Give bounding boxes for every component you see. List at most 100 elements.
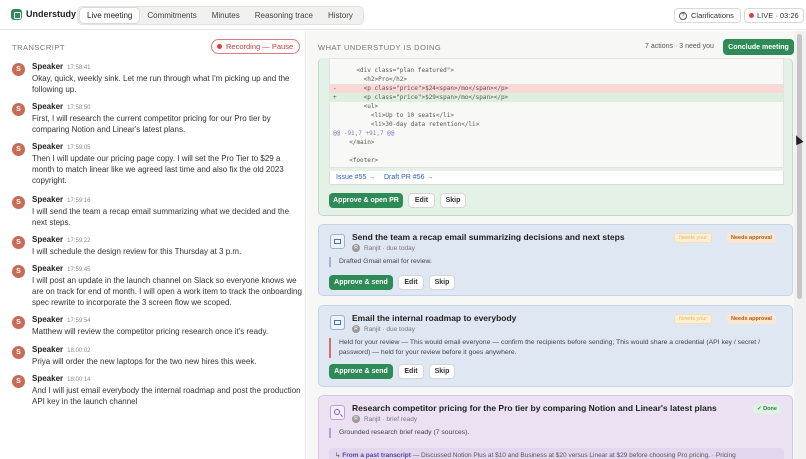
conclude-meeting-button[interactable]: Conclude meeting xyxy=(723,39,794,55)
recording-pause-button[interactable]: Recording — Pause xyxy=(211,39,301,54)
card-title: Send the team a recap email summarizing … xyxy=(352,232,625,242)
speaker-avatar: S xyxy=(12,316,25,329)
transcript-text: I will schedule the design review for th… xyxy=(32,247,242,256)
live-indicator: LIVE · 03:26 xyxy=(744,8,804,23)
needs-you-badge: Needs your xyxy=(674,314,713,324)
speaker-avatar: S xyxy=(12,63,25,76)
speaker-avatar: S xyxy=(12,103,25,116)
tab-minutes[interactable]: Minutes xyxy=(205,8,247,23)
past-transcript-link[interactable]: From a past transcript xyxy=(342,452,411,459)
app-name: Understudy xyxy=(26,9,77,19)
card-meta: R Ranjit · due today xyxy=(352,325,415,333)
owner-avatar: R xyxy=(352,415,360,423)
edit-button[interactable]: Edit xyxy=(398,364,424,379)
scrollbar[interactable] xyxy=(794,31,806,459)
speaker-name: Speaker 17:59:05 xyxy=(32,142,91,151)
code-diff: <div class="plan featured"> <h2>Pro</h2>… xyxy=(329,58,784,168)
draft-pr-link[interactable]: Draft PR #56 → xyxy=(384,174,433,181)
approve-open-pr-button[interactable]: Approve & open PR xyxy=(329,193,403,208)
speaker-name: Speaker 18:00:14 xyxy=(32,374,91,383)
issue-link[interactable]: Issue #55 → xyxy=(336,174,375,181)
transcript-text: Then I will update our pricing page copy… xyxy=(32,154,284,185)
live-dot-icon xyxy=(749,13,754,18)
diff-line: <footer> xyxy=(342,157,379,164)
needs-approval-badge: Needs approval xyxy=(727,314,776,324)
recording-label: Recording — Pause xyxy=(226,42,294,51)
roadmap-email-card: Email the internal roadmap to everybody … xyxy=(318,305,793,387)
search-icon xyxy=(330,405,345,420)
skip-button[interactable]: Skip xyxy=(440,193,466,208)
speaker-avatar: S xyxy=(12,375,25,388)
tab-commitments[interactable]: Commitments xyxy=(140,8,203,23)
diff-hunk-header: @@ -91,7 +91,7 @@ xyxy=(333,130,395,137)
diff-line: <div class="plan featured"> xyxy=(342,67,454,74)
tab-bar: Live meeting Commitments Minutes Reasoni… xyxy=(77,6,364,25)
app-logo-icon xyxy=(11,9,22,20)
approve-send-button[interactable]: Approve & send xyxy=(329,275,393,290)
timestamp: 17:58:41 xyxy=(67,65,91,71)
speaker-name: Speaker 17:59:54 xyxy=(32,315,91,324)
transcript-text: Matthew will review the competitor prici… xyxy=(32,327,269,336)
speaker-avatar: S xyxy=(12,143,25,156)
card-meta: R Ranjit · due today xyxy=(352,244,415,252)
diff-line-added: + <p class="price">$29<span>/mo</span></… xyxy=(330,93,783,102)
timestamp: 17:59:22 xyxy=(67,238,91,244)
speaker-name: Speaker 18:00:02 xyxy=(32,345,91,354)
clarifications-label: Clarifications xyxy=(691,11,734,20)
top-bar: Understudy Live meeting Commitments Minu… xyxy=(0,0,806,30)
timestamp: 17:58:50 xyxy=(67,105,91,111)
actions-heading: WHAT UNDERSTUDY IS DOING xyxy=(318,43,442,52)
card-meta: R Ranjit · brief ready xyxy=(352,415,417,423)
live-timer: LIVE · 03:26 xyxy=(757,11,799,20)
speaker-name: Speaker 17:59:16 xyxy=(32,195,91,204)
tab-history[interactable]: History xyxy=(321,8,360,23)
speaker-name: Speaker 17:58:50 xyxy=(32,102,91,111)
transcript-text: And I will just email everybody the inte… xyxy=(32,386,301,406)
speaker-name: Speaker 17:58:41 xyxy=(32,62,91,71)
record-dot-icon xyxy=(217,44,222,49)
speaker-name: Speaker 17:59:22 xyxy=(32,235,91,244)
card-body: Grounded research brief ready (7 sources… xyxy=(329,428,784,438)
transcript-text: Okay, quick, weekly sink. Let me run thr… xyxy=(32,74,290,94)
skip-button[interactable]: Skip xyxy=(429,364,455,379)
timestamp: 17:59:16 xyxy=(67,198,91,204)
diff-line xyxy=(330,147,783,156)
question-icon: ? xyxy=(679,11,687,20)
skip-button[interactable]: Skip xyxy=(429,275,455,290)
timestamp: 18:00:02 xyxy=(67,348,91,354)
diff-line: <li>30-day data retention</li> xyxy=(342,121,480,128)
speaker-avatar: S xyxy=(12,196,25,209)
done-badge: ✓ Done xyxy=(753,404,781,414)
tab-reasoning-trace[interactable]: Reasoning trace xyxy=(248,8,320,23)
edit-button[interactable]: Edit xyxy=(408,193,435,208)
scrollbar-thumb[interactable] xyxy=(797,34,802,299)
timestamp: 18:00:14 xyxy=(67,377,91,383)
clarifications-button[interactable]: ? Clarifications xyxy=(674,8,741,23)
card-title: Research competitor pricing for the Pro … xyxy=(352,403,717,413)
speaker-avatar: S xyxy=(12,265,25,278)
transcript-panel: TRANSCRIPT Recording — Pause S Speaker 17… xyxy=(0,31,306,459)
speaker-avatar: S xyxy=(12,236,25,249)
card-body: Held for your review — This would email … xyxy=(329,338,784,358)
tab-live-meeting[interactable]: Live meeting xyxy=(80,8,140,23)
pr-links: Issue #55 → Draft PR #56 → xyxy=(329,171,784,185)
card-title: Email the internal roadmap to everybody xyxy=(352,313,517,323)
research-card: Research competitor pricing for the Pro … xyxy=(318,395,793,459)
transcript-heading: TRANSCRIPT xyxy=(12,43,65,52)
needs-you-badge: Needs your xyxy=(674,233,713,243)
email-icon xyxy=(330,315,345,330)
approve-send-button[interactable]: Approve & send xyxy=(329,364,393,379)
pricing-pr-card: <div class="plan featured"> <h2>Pro</h2>… xyxy=(318,58,793,216)
diff-line: </main> xyxy=(342,139,375,146)
diff-line-removed: - <p class="price">$24<span>/mo</span></… xyxy=(330,84,783,93)
card-body: Drafted Gmail email for review. xyxy=(329,257,784,267)
owner-avatar: R xyxy=(352,325,360,333)
timestamp: 17:59:45 xyxy=(67,267,91,273)
needs-approval-badge: Needs approval xyxy=(727,233,776,243)
edit-button[interactable]: Edit xyxy=(398,275,424,290)
diff-line: <li>Up to 10 seats</li> xyxy=(342,112,454,119)
email-icon xyxy=(330,234,345,249)
transcript-text: First, I will research the current compe… xyxy=(32,114,271,134)
timestamp: 17:59:05 xyxy=(67,145,91,151)
transcript-text: I will post an update in the launch chan… xyxy=(32,276,302,307)
